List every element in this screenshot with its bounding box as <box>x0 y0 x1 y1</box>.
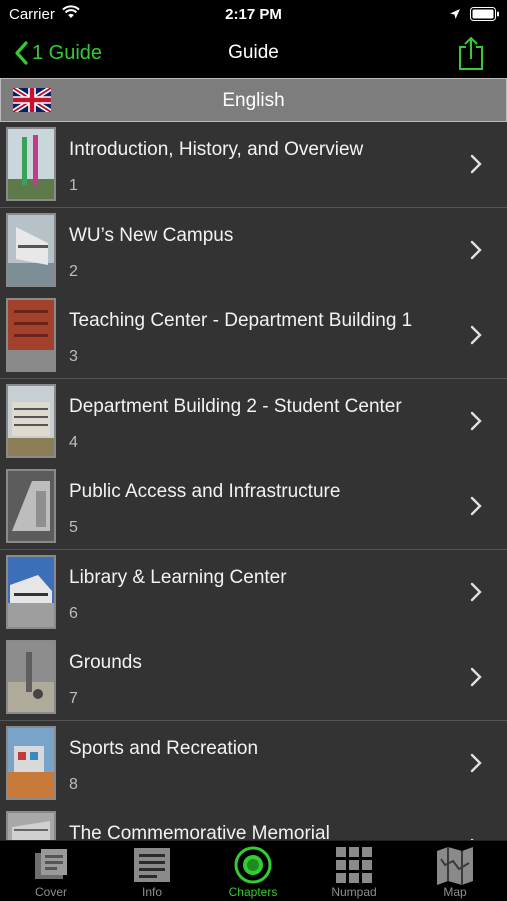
share-icon <box>459 36 483 70</box>
chapter-row[interactable]: Public Access and Infrastructure 5 <box>0 464 507 550</box>
chevron-right-icon <box>470 667 482 687</box>
chevron-right-icon <box>470 154 482 174</box>
language-label: English <box>222 90 285 111</box>
chapter-number: 4 <box>69 434 78 451</box>
tab-numpad[interactable]: Numpad <box>314 841 394 901</box>
chevron-right-icon <box>470 325 482 345</box>
chapter-number: 5 <box>69 519 78 536</box>
chapter-thumbnail <box>6 811 56 840</box>
chapter-title: The Commemorative Memorial <box>69 823 330 840</box>
chapter-row[interactable]: Department Building 2 - Student Center 4 <box>0 379 507 465</box>
chevron-right-icon <box>470 411 482 431</box>
chevron-right-icon <box>470 582 482 602</box>
tab-label: Cover <box>34 885 67 899</box>
chapter-title: Teaching Center - Department Building 1 <box>69 310 413 331</box>
tab-cover[interactable]: Cover <box>11 841 91 901</box>
chapter-number: 7 <box>69 690 78 707</box>
chapter-title: Public Access and Infrastructure <box>69 481 341 502</box>
navigation-bar: 1 Guide Guide <box>0 30 507 78</box>
chapter-title: Grounds <box>69 652 142 673</box>
chapter-number: 1 <box>69 177 78 194</box>
chapter-title: Introduction, History, and Overview <box>69 139 364 160</box>
chapter-row[interactable]: The Commemorative Memorial 9 <box>0 806 507 840</box>
chapter-number: 6 <box>69 605 78 622</box>
chapter-number: 2 <box>69 263 78 280</box>
tab-bar: Cover Info Chapters Numpad Map <box>0 840 507 901</box>
chapter-number: 3 <box>69 348 78 365</box>
numpad-icon <box>336 847 372 883</box>
tab-label: Map <box>443 885 467 899</box>
chapter-thumbnail <box>6 555 56 629</box>
chapter-title: WU’s New Campus <box>69 225 234 246</box>
chapter-title: Library & Learning Center <box>69 567 287 588</box>
chapter-title: Sports and Recreation <box>69 738 259 759</box>
chapter-list[interactable]: Introduction, History, and Overview 1 WU… <box>0 122 507 840</box>
chapter-thumbnail <box>6 640 56 714</box>
info-icon <box>134 848 170 882</box>
chevron-right-icon <box>470 240 482 260</box>
tab-label: Chapters <box>228 885 278 899</box>
chapter-row[interactable]: Sports and Recreation 8 <box>0 721 507 807</box>
cover-icon <box>35 849 67 879</box>
tab-label: Numpad <box>331 885 377 899</box>
clock: 2:17 PM <box>225 6 282 23</box>
location-arrow-icon <box>449 7 461 25</box>
chevron-right-icon <box>470 496 482 516</box>
language-selector[interactable]: English <box>0 78 507 122</box>
chapter-row[interactable]: Teaching Center - Department Building 1 … <box>0 293 507 379</box>
chapter-number: 8 <box>69 776 78 793</box>
chevron-right-icon <box>470 753 482 773</box>
tab-info[interactable]: Info <box>112 841 192 901</box>
chapter-row[interactable]: Grounds 7 <box>0 635 507 721</box>
battery-icon <box>470 7 500 26</box>
chapter-title: Department Building 2 - Student Center <box>69 396 402 417</box>
tab-map[interactable]: Map <box>415 841 495 901</box>
chapter-row[interactable]: Library & Learning Center 6 <box>0 550 507 636</box>
chapter-thumbnail <box>6 384 56 458</box>
map-icon <box>437 847 473 885</box>
chapter-thumbnail <box>6 726 56 800</box>
chapter-thumbnail <box>6 127 56 201</box>
chapter-thumbnail <box>6 298 56 372</box>
tab-label: Info <box>141 885 162 899</box>
share-button[interactable] <box>456 35 486 76</box>
status-bar: Carrier 2:17 PM <box>0 0 507 30</box>
page-title: Guide <box>228 42 279 63</box>
chapter-thumbnail <box>6 213 56 287</box>
chapter-row[interactable]: WU’s New Campus 2 <box>0 208 507 294</box>
tab-chapters[interactable]: Chapters <box>213 841 293 901</box>
chapter-row[interactable]: Introduction, History, and Overview 1 <box>0 122 507 208</box>
chapters-icon <box>234 846 272 884</box>
chapter-thumbnail <box>6 469 56 543</box>
